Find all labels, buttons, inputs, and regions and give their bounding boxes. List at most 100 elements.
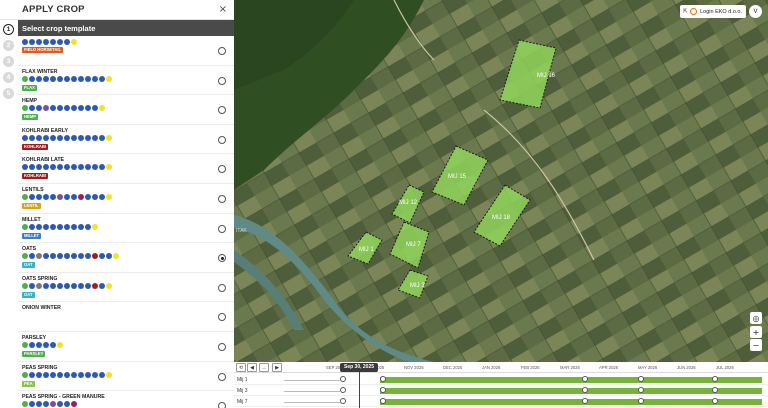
crop-radio-button[interactable] <box>218 372 226 381</box>
crop-radio-button[interactable] <box>218 313 226 322</box>
timeline-reset-icon[interactable]: ⟲ <box>236 363 246 372</box>
crop-operation-sequence <box>22 253 119 260</box>
crop-radio-button[interactable] <box>218 343 226 351</box>
operation-node[interactable] <box>638 376 644 382</box>
timeline-expand-icon[interactable]: ↔ <box>259 363 269 372</box>
crop-template-item[interactable]: OATS SPRING OAT <box>18 273 234 303</box>
operation-dot <box>36 194 42 200</box>
apply-crop-panel: APPLY CROP × Select crop template 1 2 3 … <box>0 0 234 408</box>
timeline-next-icon[interactable]: ▶ <box>272 363 282 372</box>
current-date-marker[interactable]: Sep 30, 2025 <box>340 363 379 372</box>
operation-dot <box>36 371 42 378</box>
operation-node[interactable] <box>340 387 346 393</box>
step-2[interactable]: 2 <box>3 40 14 51</box>
operation-node[interactable] <box>712 376 718 382</box>
operation-node[interactable] <box>638 387 644 393</box>
operation-node[interactable] <box>380 398 386 404</box>
step-3[interactable]: 3 <box>3 56 14 67</box>
timeline-row-label: Mij 7 <box>237 399 248 405</box>
operation-dot <box>99 105 105 112</box>
crop-radio-button[interactable] <box>218 283 226 292</box>
operation-dot <box>50 75 56 82</box>
operation-node[interactable] <box>582 398 588 404</box>
crop-radio-button[interactable] <box>218 135 226 144</box>
operation-dot <box>29 282 35 289</box>
crop-radio-button[interactable] <box>218 106 226 115</box>
operation-dot <box>50 253 56 260</box>
operation-dot <box>99 164 105 171</box>
user-avatar[interactable]: V <box>749 5 762 18</box>
crop-template-item[interactable]: KOHLRABI LATE KOHLRABI <box>18 154 234 184</box>
crop-season-bar[interactable] <box>380 377 762 383</box>
operation-node[interactable] <box>380 376 386 382</box>
crop-template-item[interactable]: KOHLRABI EARLY KOHLRABI <box>18 125 234 155</box>
operation-dot <box>50 223 56 230</box>
close-button[interactable]: × <box>219 4 227 15</box>
crop-radio-button[interactable] <box>218 47 226 55</box>
operation-node[interactable] <box>712 398 718 404</box>
step-5[interactable]: 5 <box>3 88 14 99</box>
operation-dot <box>99 194 105 200</box>
operation-dot <box>50 134 56 141</box>
step-1[interactable]: 1 <box>3 24 14 35</box>
operation-dot <box>71 39 77 45</box>
crop-template-item[interactable]: PARSLEY PARSLEY <box>18 332 234 362</box>
timeline-prev-icon[interactable]: ◀ <box>247 363 257 372</box>
crop-radio-button[interactable] <box>218 76 226 85</box>
operation-dot <box>78 282 84 289</box>
crop-radio-button[interactable] <box>218 402 226 408</box>
operation-dot <box>43 253 49 260</box>
operation-node[interactable] <box>380 387 386 393</box>
operation-dot <box>92 164 98 171</box>
crop-season-bar[interactable] <box>380 388 762 394</box>
crop-template-item[interactable]: FIELD HORSETAIL <box>18 36 234 66</box>
current-date-line <box>359 372 360 408</box>
operation-dot <box>71 253 77 260</box>
crop-radio-button[interactable] <box>218 165 226 174</box>
operation-dot <box>64 134 70 141</box>
crop-template-item[interactable]: ONION WINTER <box>18 302 234 332</box>
operation-node[interactable] <box>340 398 346 404</box>
crop-season-bar[interactable] <box>380 399 762 405</box>
operation-dot <box>78 164 84 171</box>
step-4[interactable]: 4 <box>3 72 14 83</box>
operation-dot <box>85 253 91 260</box>
timeline-row[interactable]: Mij 7 <box>234 397 768 407</box>
zoom-out-button[interactable]: − <box>750 339 762 351</box>
timeline-month-label: MAY 2026 <box>638 365 658 370</box>
operation-dot <box>78 371 84 378</box>
crop-radio-button[interactable] <box>218 195 226 203</box>
operation-dot <box>64 223 70 230</box>
crop-radio-button[interactable] <box>218 224 226 233</box>
crop-template-item[interactable]: LENTILS LENTIL <box>18 184 234 214</box>
operation-dot <box>22 223 28 230</box>
crop-name: MILLET <box>22 216 41 223</box>
timeline-month-label: FEB 2026 <box>521 365 540 370</box>
company-selector[interactable]: Login EKO d.o.o. <box>687 5 746 18</box>
operation-node[interactable] <box>712 387 718 393</box>
crop-template-item[interactable]: PEAS SPRING - GREEN MANUREPEA <box>18 391 234 408</box>
crop-operation-sequence <box>22 223 98 230</box>
operation-node[interactable] <box>582 387 588 393</box>
operation-dot <box>113 253 119 260</box>
timeline-row[interactable]: Mij 3 <box>234 386 768 396</box>
operation-node[interactable] <box>582 376 588 382</box>
crop-template-item[interactable]: FLAX WINTER FLAX <box>18 66 234 96</box>
timeline-row[interactable]: Mij 1 <box>234 375 768 385</box>
field-label-mij-15: MIJ 15 <box>448 174 467 180</box>
crop-radio-button[interactable] <box>218 254 226 263</box>
satellite-map[interactable]: MIJ 16 MIJ 15 MIJ 12 MIJ 18 MIJ 1 MIJ 7 … <box>234 0 768 362</box>
operation-dot <box>99 371 105 378</box>
location-icon[interactable]: ◎ <box>750 312 762 324</box>
map-canvas[interactable]: MIJ 16 MIJ 15 MIJ 12 MIJ 18 MIJ 1 MIJ 7 … <box>234 0 768 362</box>
crop-template-item[interactable]: HEMP HEMP <box>18 95 234 125</box>
crop-template-item[interactable]: MILLET MILLET <box>18 214 234 244</box>
crop-template-item[interactable]: PEAS SPRING PEA <box>18 362 234 392</box>
crop-operation-sequence <box>22 39 77 45</box>
crop-operation-sequence <box>22 371 112 378</box>
operation-node[interactable] <box>638 398 644 404</box>
crop-template-item[interactable]: OATS OAT <box>18 243 234 273</box>
operation-dot <box>22 194 28 200</box>
zoom-in-button[interactable]: + <box>750 326 762 338</box>
operation-node[interactable] <box>340 376 346 382</box>
